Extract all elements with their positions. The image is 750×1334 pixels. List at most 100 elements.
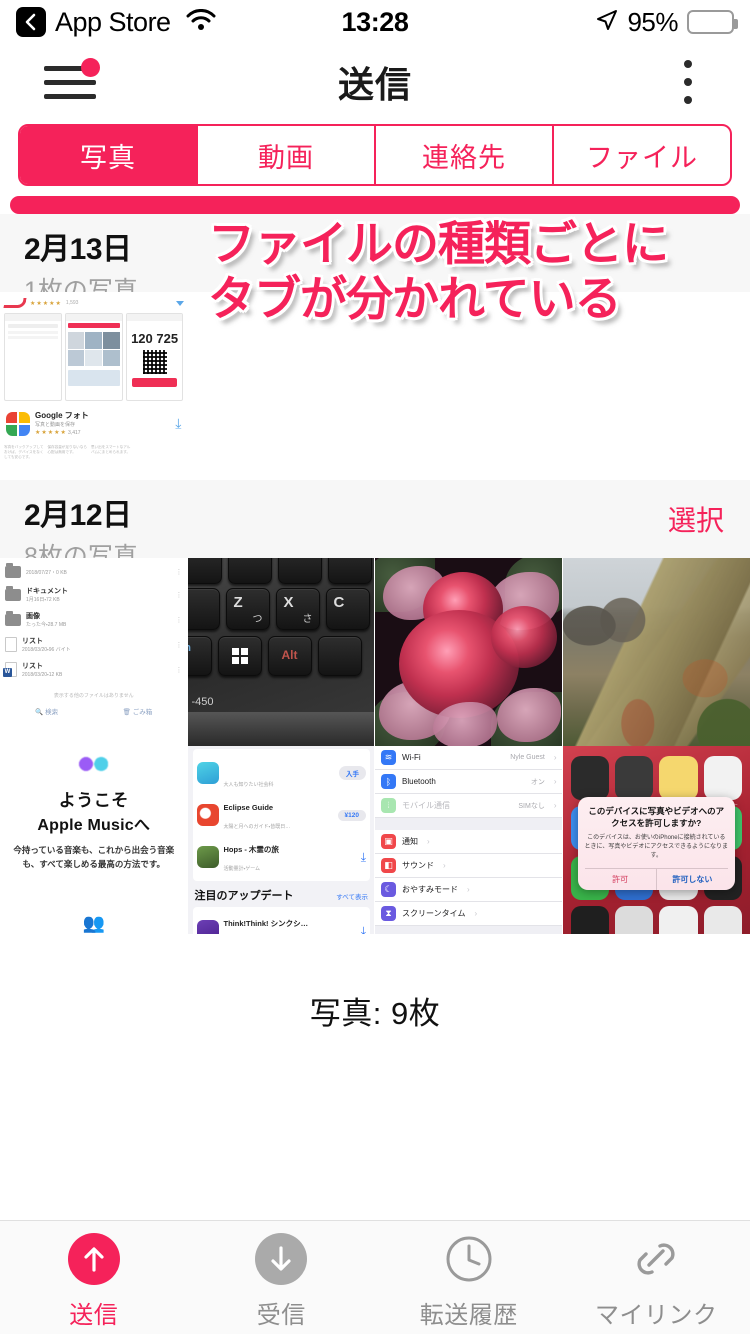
photo-grid-feb12: 2018/07/27・0 KB ⋮ ドキュメント 1月16日・72 KB ⋮ 画… — [0, 558, 750, 934]
section-header-feb12: 2月12日 8枚の写真 選択 — [0, 480, 750, 571]
thumbnail-mountain-photo[interactable] — [562, 558, 750, 746]
chevron-right-icon: › — [553, 753, 557, 762]
accent-divider-band — [10, 196, 740, 214]
bottom-navigation: 送信 受信 転送履歴 マイリンク — [0, 1220, 750, 1334]
tab-videos[interactable]: 動画 — [198, 126, 376, 184]
star-rating-icon: ★★★★★ — [30, 300, 62, 307]
tab-files[interactable]: ファイル — [554, 126, 730, 184]
kebab-menu-icon[interactable] — [682, 60, 694, 104]
key-alt-label: Alt — [281, 648, 298, 662]
link-chain-icon — [630, 1233, 682, 1285]
price-button[interactable]: ¥120 — [337, 809, 366, 821]
moon-icon: ☾ — [381, 882, 396, 897]
app-name: Google フォト — [35, 411, 89, 420]
thumbnail-permission-dialog[interactable]: ビデオ Wallet メモ リマインダー 設定 Tailor — [562, 746, 750, 934]
app-rating-count: 3,417 — [68, 429, 81, 436]
allow-button[interactable]: 許可 — [585, 869, 656, 890]
thumbnail-appstore-screenshot[interactable]: ★★★★★ 1,593 120 725 Google フォト 写真と動画を保存 … — [0, 292, 188, 480]
nav-item-history[interactable]: 転送履歴 — [375, 1225, 563, 1330]
settings-label: おやすみモード — [402, 885, 458, 894]
battery-icon — [687, 10, 738, 34]
document-icon — [5, 637, 17, 652]
selected-count-label: 写真: 9枚 — [309, 996, 441, 1031]
rating-count: 1,593 — [65, 300, 79, 306]
nav-label-history: 転送履歴 — [419, 1302, 518, 1329]
section-header-feb13: 2月13日 1枚の写真 — [0, 214, 750, 305]
deny-button[interactable]: 許可しない — [655, 869, 728, 891]
more-icon: ⋮ — [175, 591, 183, 599]
nav-item-mylink[interactable]: マイリンク — [563, 1225, 750, 1330]
tab-photos[interactable]: 写真 — [20, 126, 198, 184]
thumbnail-ios-settings[interactable]: ≋ Wi-Fi Nyle Guest › ᛒ Bluetooth オン › ⦙ モバ… — [375, 746, 563, 934]
wifi-icon — [186, 7, 216, 38]
notifications-icon: ▣ — [381, 834, 396, 849]
key-x-label: X — [283, 594, 294, 611]
thumbnail-placeholder — [375, 292, 563, 480]
select-button[interactable]: 選択 — [668, 499, 724, 539]
folder-icon — [5, 585, 21, 601]
app-name: Hops - 木霊の旅 — [223, 845, 279, 854]
more-icon: ⋮ — [175, 569, 183, 576]
app-header: 送信 — [0, 44, 750, 120]
thumbnail-placeholder — [187, 292, 375, 480]
settings-label: モバイル通信 — [402, 801, 450, 810]
clock-icon — [443, 1233, 495, 1285]
location-arrow-icon — [596, 7, 618, 38]
nav-item-send[interactable]: 送信 — [0, 1225, 188, 1330]
upload-arrow-icon — [67, 1233, 120, 1285]
file-name: リスト — [22, 663, 43, 670]
laptop-model-label: -450 — [191, 696, 214, 708]
word-document-icon — [3, 662, 17, 677]
dialog-body: このデバイスは、お使いのiPhoneに接続されているときに、写真やビデオにアクセ… — [584, 835, 728, 860]
section-date: 2月13日 — [24, 233, 132, 266]
thumbnail-file-manager[interactable]: 2018/07/27・0 KB ⋮ ドキュメント 1月16日・72 KB ⋮ 画… — [0, 558, 188, 746]
cellular-icon: ⦙ — [381, 798, 396, 813]
back-to-app-store-icon[interactable] — [16, 7, 46, 37]
file-name: ドキュメント — [26, 588, 68, 595]
welcome-line1: ようこそ — [58, 791, 129, 810]
app-name: Eclipse Guide — [223, 803, 274, 812]
app-subtitle: 活動量計・ゲーム — [223, 866, 261, 872]
thumbnail-apple-music-welcome[interactable]: ようこそ Apple Musicへ 今持っている音楽も、これから出会う音楽も、す… — [0, 746, 188, 934]
hamburger-menu-icon[interactable] — [44, 58, 100, 102]
thumbnail-keyboard-photo[interactable]: Zつ Xさ C Fn Alt -450 — [187, 558, 375, 746]
get-button[interactable]: 入手 — [339, 766, 366, 780]
status-bar-right: 95% — [596, 7, 738, 38]
thumbnail-roses-photo[interactable] — [375, 558, 563, 746]
cloud-download-icon[interactable]: ⤓ — [361, 850, 366, 865]
cloud-download-icon[interactable]: ⤓ — [361, 924, 366, 935]
chevron-right-icon: › — [553, 777, 557, 786]
photo-list: 2月13日 1枚の写真 ★★★★★ 1,593 120 725 Google フ… — [0, 214, 750, 934]
file-name: リスト — [22, 638, 43, 645]
windows-key-icon — [231, 648, 248, 664]
screenshot-big-number: 120 725 — [131, 331, 179, 346]
status-bar-left[interactable]: App Store — [16, 7, 216, 38]
tab-contacts[interactable]: 連絡先 — [376, 126, 554, 184]
file-meta: 2018/03/20・12 KB — [22, 672, 63, 678]
menu-notification-badge — [81, 58, 100, 77]
see-all-link[interactable]: すべて表示 — [336, 891, 368, 901]
nav-item-receive[interactable]: 受信 — [188, 1225, 376, 1330]
photo-grid-feb13: ★★★★★ 1,593 120 725 Google フォト 写真と動画を保存 … — [0, 292, 750, 480]
cloud-download-icon: ⤓ — [175, 415, 182, 432]
app-subtitle: 太陽と月へのガイド・皆既日… — [223, 824, 291, 830]
nav-label-receive: 受信 — [256, 1302, 306, 1329]
thumbnail-appstore-list[interactable]: 大人も知りたい社会科 入手 Eclipse Guide 太陽と月へのガイド・皆既… — [187, 746, 375, 935]
more-icon: ⋮ — [175, 641, 183, 649]
file-meta: 2018/03/20・96 バイト — [22, 647, 71, 653]
file-name: 画像 — [26, 613, 40, 620]
dialog-title: このデバイスに写真やビデオへのアクセスを許可しますか? — [588, 805, 725, 829]
settings-value: Nyle Guest — [510, 754, 545, 761]
wifi-settings-icon: ≋ — [381, 750, 396, 765]
page-title: 送信 — [337, 64, 412, 105]
app-logo-icon — [3, 298, 27, 308]
section-title: 注目のアップデート — [194, 890, 294, 902]
settings-value: オン — [530, 778, 545, 786]
more-icon: ⋮ — [175, 666, 183, 674]
trash-action: 🗑 ごみ箱 — [122, 709, 153, 716]
file-meta: たった今・28.7 MB — [26, 622, 67, 628]
welcome-body: 今持っている音楽も、これから出会う音楽も、すべて楽しめる最高の方法です。 — [13, 845, 175, 869]
chevron-right-icon: › — [443, 861, 446, 870]
back-app-label[interactable]: App Store — [55, 7, 171, 38]
folder-icon — [5, 610, 21, 626]
